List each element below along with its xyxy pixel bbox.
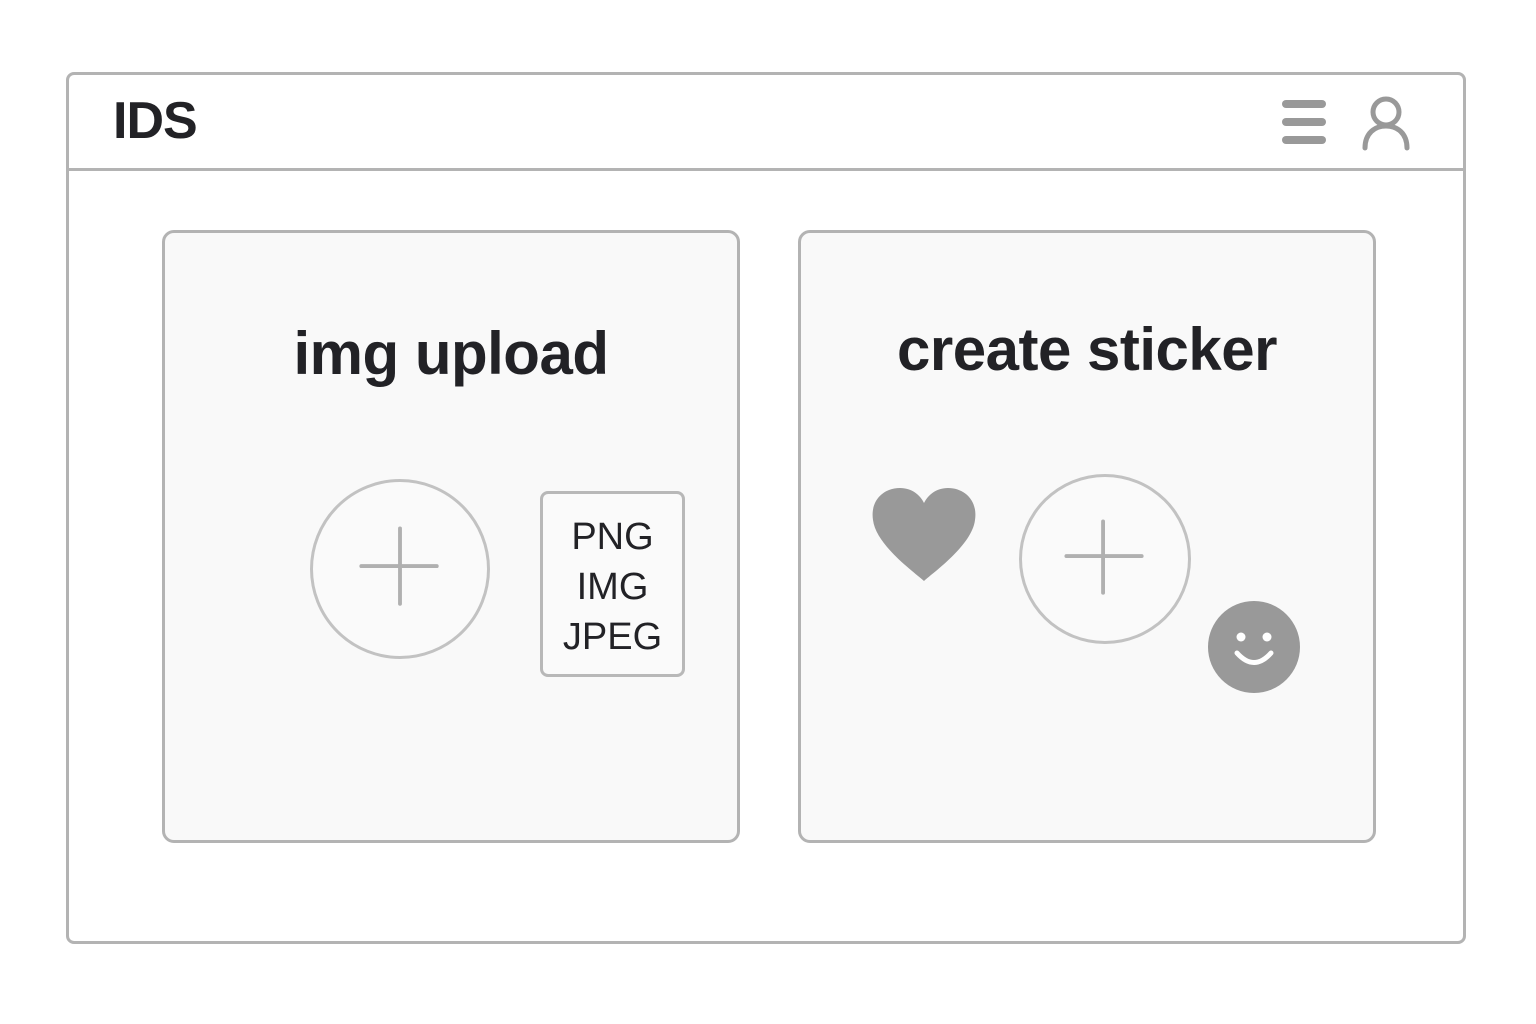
create-sticker-title: create sticker bbox=[897, 316, 1277, 383]
upload-add-button[interactable] bbox=[310, 479, 490, 659]
plus-icon bbox=[359, 526, 439, 606]
top-bar: IDS bbox=[69, 75, 1463, 171]
supported-formats-box: PNG IMG JPEG bbox=[540, 491, 685, 677]
img-upload-card[interactable]: img upload PNG IMG JPEG bbox=[162, 230, 740, 843]
heart-icon[interactable] bbox=[870, 487, 978, 583]
create-sticker-card[interactable]: create sticker bbox=[798, 230, 1376, 843]
format-png: PNG bbox=[571, 516, 654, 558]
user-icon[interactable] bbox=[1361, 95, 1411, 151]
app-window: IDS img upload PNG IMG JPEG create stick… bbox=[66, 72, 1466, 944]
format-jpeg: JPEG bbox=[562, 616, 663, 658]
sticker-add-button[interactable] bbox=[1019, 474, 1191, 644]
smile-icon[interactable] bbox=[1207, 600, 1301, 694]
brand-logo[interactable]: IDS bbox=[113, 91, 198, 151]
img-upload-title: img upload bbox=[293, 320, 609, 387]
format-img: IMG bbox=[576, 566, 649, 608]
plus-icon bbox=[1064, 519, 1144, 595]
hamburger-menu-icon[interactable] bbox=[1280, 97, 1328, 149]
